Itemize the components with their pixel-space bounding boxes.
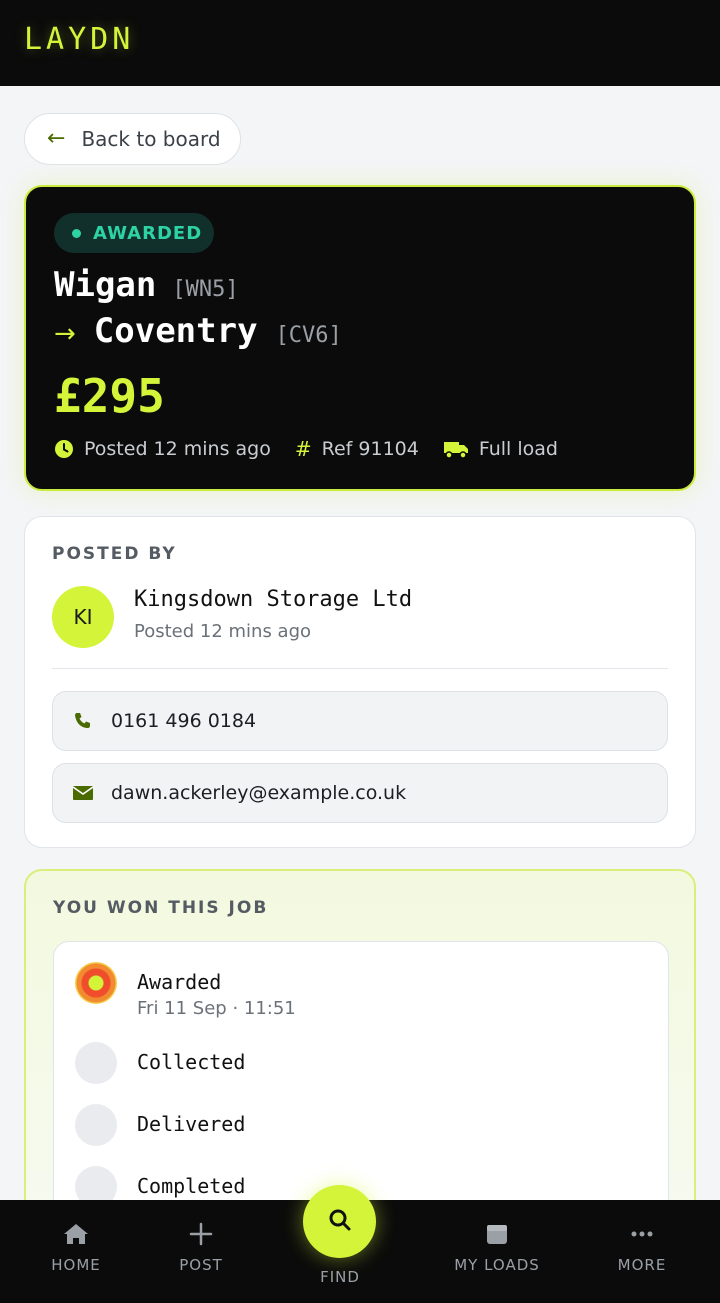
step-active-icon	[75, 962, 117, 1004]
load-price: £295	[54, 369, 165, 423]
origin-city: Wigan	[54, 265, 157, 305]
status-badge: AWARDED	[54, 213, 214, 253]
step-pending-icon	[75, 1104, 117, 1146]
clock-icon	[54, 439, 74, 459]
nav-home-label: HOME	[51, 1256, 101, 1274]
nav-home[interactable]: HOME	[16, 1220, 136, 1274]
back-to-board-button[interactable]: ← Back to board	[24, 113, 241, 165]
step-pending-icon	[75, 1042, 117, 1084]
search-icon	[327, 1207, 353, 1237]
timeline-step-completed: Completed	[75, 1166, 245, 1200]
company-posted-time: Posted 12 mins ago	[134, 621, 312, 642]
email-contact-button[interactable]: dawn.ackerley@example.co.uk	[52, 763, 668, 823]
nav-post[interactable]: POST	[141, 1220, 261, 1274]
phone-contact-button[interactable]: 0161 496 0184	[52, 691, 668, 751]
truck-icon	[443, 439, 469, 459]
posted-by-card: POSTED BY KI Kingsdown Storage Ltd Poste…	[24, 516, 696, 848]
step-pending-icon	[75, 1166, 117, 1200]
step-time: Fri 11 Sep · 11:51	[137, 998, 296, 1019]
route-destination: → Coventry [CV6]	[54, 311, 342, 351]
step-label: Collected	[137, 1050, 246, 1074]
nav-post-label: POST	[179, 1256, 223, 1274]
posted-time: Posted 12 mins ago	[54, 438, 271, 460]
back-button-label: Back to board	[81, 127, 221, 151]
nav-my-loads[interactable]: MY LOADS	[437, 1220, 557, 1274]
destination-postcode: [CV6]	[275, 323, 342, 348]
arrow-right-icon: →	[54, 319, 76, 349]
step-label: Delivered	[137, 1112, 246, 1136]
company-name[interactable]: Kingsdown Storage Ltd	[134, 587, 412, 612]
box-icon	[485, 1220, 509, 1248]
plus-icon	[189, 1220, 213, 1248]
job-timeline: Awarded Fri 11 Sep · 11:51 Collected Del…	[53, 941, 669, 1200]
job-progress-card: YOU WON THIS JOB Awarded Fri 11 Sep · 11…	[24, 869, 696, 1200]
status-label: AWARDED	[93, 222, 203, 244]
reference-text: Ref 91104	[321, 438, 419, 460]
step-label: Completed	[137, 1174, 246, 1198]
load-detail-content[interactable]: ← Back to board AWARDED Wigan [WN5] → Co…	[0, 86, 720, 1200]
bottom-navigation: HOME POST FIND MY LOADS MORE	[0, 1185, 720, 1303]
posted-by-title: POSTED BY	[52, 544, 177, 564]
origin-postcode: [WN5]	[172, 277, 239, 302]
timeline-step-collected: Collected	[75, 1042, 245, 1084]
posted-time-text: Posted 12 mins ago	[84, 438, 271, 460]
timeline-step-delivered: Delivered	[75, 1104, 245, 1146]
load-type: Full load	[443, 438, 558, 460]
avatar: KI	[52, 586, 114, 648]
destination-city: Coventry	[93, 311, 258, 351]
load-meta: Posted 12 mins ago # Ref 91104 Full load	[54, 437, 558, 461]
load-type-text: Full load	[478, 438, 558, 460]
nav-more-label: MORE	[617, 1256, 667, 1274]
load-summary-card: AWARDED Wigan [WN5] → Coventry [CV6] £29…	[24, 185, 696, 491]
divider	[52, 668, 668, 669]
nav-find-label: FIND	[320, 1268, 360, 1286]
phone-icon	[73, 711, 93, 731]
arrow-left-icon: ←	[47, 126, 66, 151]
nav-more[interactable]: MORE	[582, 1220, 702, 1274]
reference: # Ref 91104	[295, 437, 419, 461]
home-icon	[63, 1220, 89, 1248]
hash-icon: #	[294, 437, 312, 461]
step-label: Awarded	[137, 970, 222, 994]
status-dot-icon	[72, 228, 81, 238]
route-origin: Wigan [WN5]	[54, 265, 239, 305]
nav-my-loads-label: MY LOADS	[454, 1256, 540, 1274]
email-icon	[73, 785, 93, 801]
phone-number: 0161 496 0184	[111, 710, 257, 732]
timeline-step-awarded: Awarded Fri 11 Sep · 11:51	[75, 962, 296, 1019]
email-address: dawn.ackerley@example.co.uk	[111, 782, 407, 804]
won-title: YOU WON THIS JOB	[53, 898, 269, 918]
find-button[interactable]	[303, 1185, 376, 1258]
more-dots-icon	[630, 1220, 654, 1248]
top-bar: LAYDN	[0, 0, 720, 86]
app-logo[interactable]: LAYDN	[24, 22, 134, 57]
